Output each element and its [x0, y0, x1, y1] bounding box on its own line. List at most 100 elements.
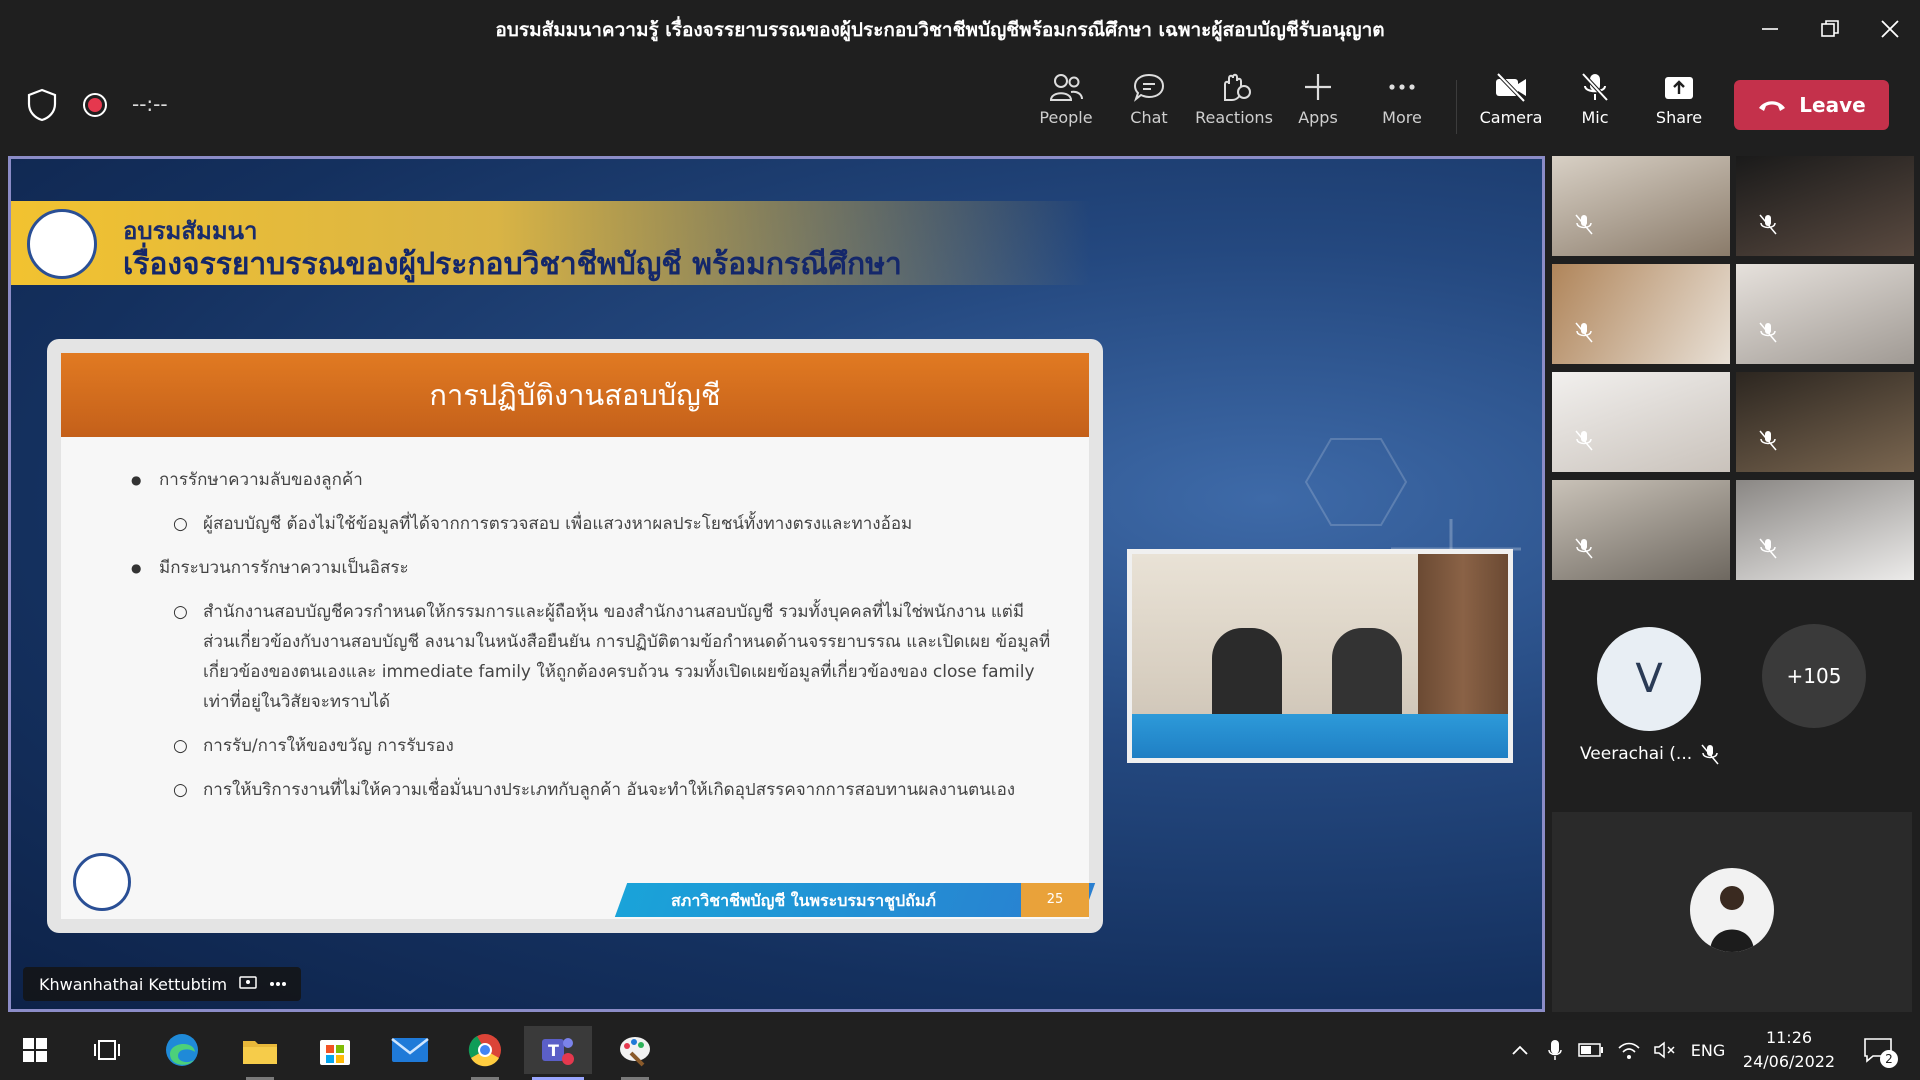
- teams-icon: T: [542, 1038, 574, 1065]
- file-explorer-button[interactable]: [228, 1026, 292, 1080]
- minimize-button[interactable]: [1740, 0, 1800, 58]
- mic-off-icon: [1575, 214, 1593, 235]
- mic-off-icon: [1759, 214, 1777, 235]
- apps-label: Apps: [1298, 108, 1338, 127]
- battery-icon: [1578, 1043, 1603, 1057]
- camera-button[interactable]: Camera: [1471, 72, 1551, 142]
- task-view-button[interactable]: [75, 1026, 139, 1074]
- plus-icon: [1305, 74, 1331, 100]
- clock-date: 24/06/2022: [1742, 1052, 1836, 1071]
- tray-battery[interactable]: [1574, 1020, 1608, 1080]
- participant-video-tile[interactable]: [1552, 264, 1730, 364]
- mic-button[interactable]: Mic: [1555, 72, 1635, 142]
- shield-icon[interactable]: [26, 88, 58, 122]
- share-button[interactable]: Share: [1639, 72, 1719, 142]
- federation-logo: [27, 209, 97, 279]
- chat-label: Chat: [1130, 108, 1168, 127]
- sub-bullet-item: การให้บริการงานที่ไม่ให้ความเชื่อมั่นบาง…: [173, 775, 1051, 805]
- camera-off-icon: [1496, 72, 1526, 102]
- presenter-name: Khwanhathai Kettubtim: [39, 974, 228, 994]
- leave-label: Leave: [1799, 93, 1866, 117]
- mail-icon: [391, 1038, 429, 1062]
- share-label: Share: [1655, 108, 1703, 127]
- reactions-label: Reactions: [1195, 108, 1273, 127]
- chrome-app-button[interactable]: [453, 1026, 517, 1080]
- reactions-button[interactable]: Reactions: [1194, 72, 1274, 142]
- slide-card-title: การปฏิบัติงานสอบบัญชี: [61, 353, 1089, 437]
- svg-text:T: T: [548, 1041, 559, 1060]
- mic-off-icon: [1581, 72, 1609, 102]
- participant-avatar[interactable]: V: [1597, 627, 1701, 731]
- restore-button[interactable]: [1800, 0, 1860, 58]
- more-dots-icon[interactable]: [269, 981, 287, 987]
- mic-off-icon: [1759, 538, 1777, 559]
- participant-video-tile[interactable]: [1552, 372, 1730, 472]
- mic-off-icon: [1759, 322, 1777, 343]
- people-icon: [1049, 74, 1083, 101]
- sub-bullet-item: ผู้สอบบัญชี ต้องไม่ใช้ข้อมูลที่ได้จากการ…: [173, 509, 1051, 539]
- sub-bullet-item: สำนักงานสอบบัญชีควรกำหนดให้กรรมการและผู้…: [173, 597, 1051, 717]
- mic-off-icon: [1575, 430, 1593, 451]
- participant-name: Veerachai (...: [1580, 744, 1693, 764]
- apps-button[interactable]: Apps: [1278, 72, 1358, 142]
- camera-label: Camera: [1479, 108, 1543, 127]
- participant-video-tile[interactable]: [1552, 156, 1730, 256]
- participant-video-tile[interactable]: [1736, 264, 1914, 364]
- more-dots-icon: [1389, 84, 1415, 90]
- sub-bullet-item: การรับ/การให้ของขวัญ การรับรอง: [173, 731, 1051, 761]
- teams-app-button[interactable]: T: [524, 1026, 592, 1080]
- person-figure: [1710, 886, 1754, 952]
- task-view-icon: [94, 1040, 120, 1060]
- share-tray-icon: [1665, 77, 1693, 99]
- slide-header-line2: เรื่องจรรยาบรรณของผู้ประกอบวิชาชีพบัญชี …: [123, 247, 902, 282]
- tray-microphone[interactable]: [1540, 1020, 1570, 1080]
- microphone-icon: [1548, 1040, 1562, 1060]
- tray-wifi[interactable]: [1612, 1020, 1646, 1080]
- participant-video-tile[interactable]: [1736, 372, 1914, 472]
- participant-video-tile[interactable]: [1736, 156, 1914, 256]
- edge-app-button[interactable]: [150, 1026, 214, 1074]
- bullet-item: มีกระบวนการรักษาความเป็นอิสระ: [131, 553, 1051, 583]
- slide-bullets: การรักษาความลับของลูกค้า ผู้สอบบัญชี ต้อ…: [131, 465, 1051, 819]
- store-app-button[interactable]: [303, 1026, 367, 1074]
- slide-page-number: 25: [1021, 883, 1089, 917]
- meeting-toolbar: --:-- People Chat Reactions Apps More Ca…: [0, 58, 1920, 152]
- paint-app-button[interactable]: [603, 1026, 667, 1080]
- tray-language[interactable]: ENG: [1686, 1020, 1730, 1080]
- phone-hangup-icon: [1759, 101, 1786, 111]
- volume-muted-icon: [1654, 1041, 1675, 1059]
- participant-video-tile[interactable]: [1552, 480, 1730, 580]
- chevron-up-icon: [1512, 1045, 1528, 1055]
- toolbar-divider: [1456, 80, 1457, 134]
- edge-icon: [166, 1034, 198, 1066]
- recording-icon: [83, 93, 107, 117]
- more-button[interactable]: More: [1362, 72, 1442, 142]
- chat-button[interactable]: Chat: [1109, 72, 1189, 142]
- close-icon: [1881, 20, 1899, 38]
- participant-video-tile[interactable]: [1736, 480, 1914, 580]
- people-button[interactable]: People: [1026, 72, 1106, 142]
- interpreter-video-tile[interactable]: [1552, 812, 1912, 1012]
- start-button[interactable]: [3, 1026, 67, 1074]
- mail-app-button[interactable]: [378, 1026, 442, 1074]
- notifications-button[interactable]: 2: [1858, 1020, 1898, 1080]
- blue-table: [1132, 714, 1508, 758]
- leave-button[interactable]: Leave: [1734, 80, 1889, 130]
- clock-time: 11:26: [1765, 1028, 1813, 1047]
- meeting-timer: --:--: [132, 92, 168, 116]
- tray-volume[interactable]: [1648, 1020, 1682, 1080]
- tray-overflow-button[interactable]: [1504, 1020, 1536, 1080]
- notification-badge: 2: [1880, 1050, 1898, 1068]
- mic-off-icon: [1575, 538, 1593, 559]
- mic-off-icon: [1575, 322, 1593, 343]
- minimize-icon: [1762, 28, 1778, 30]
- more-participants-button[interactable]: +105: [1762, 624, 1866, 728]
- slide-footer-text: สภาวิชาชีพบัญชี ในพระบรมราชูปถัมภ์: [671, 891, 936, 910]
- reactions-icon: [1224, 73, 1251, 101]
- window-title: อบรมสัมมนาความรู้ เรื่องจรรยาบรรณของผู้ป…: [495, 19, 1385, 41]
- bullet-item: การรักษาความลับของลูกค้า: [131, 465, 1051, 495]
- close-button[interactable]: [1860, 0, 1920, 58]
- presenter-video-inset: [1127, 549, 1513, 763]
- tray-clock[interactable]: 11:26 24/06/2022: [1730, 1026, 1848, 1074]
- chat-icon: [1133, 73, 1165, 102]
